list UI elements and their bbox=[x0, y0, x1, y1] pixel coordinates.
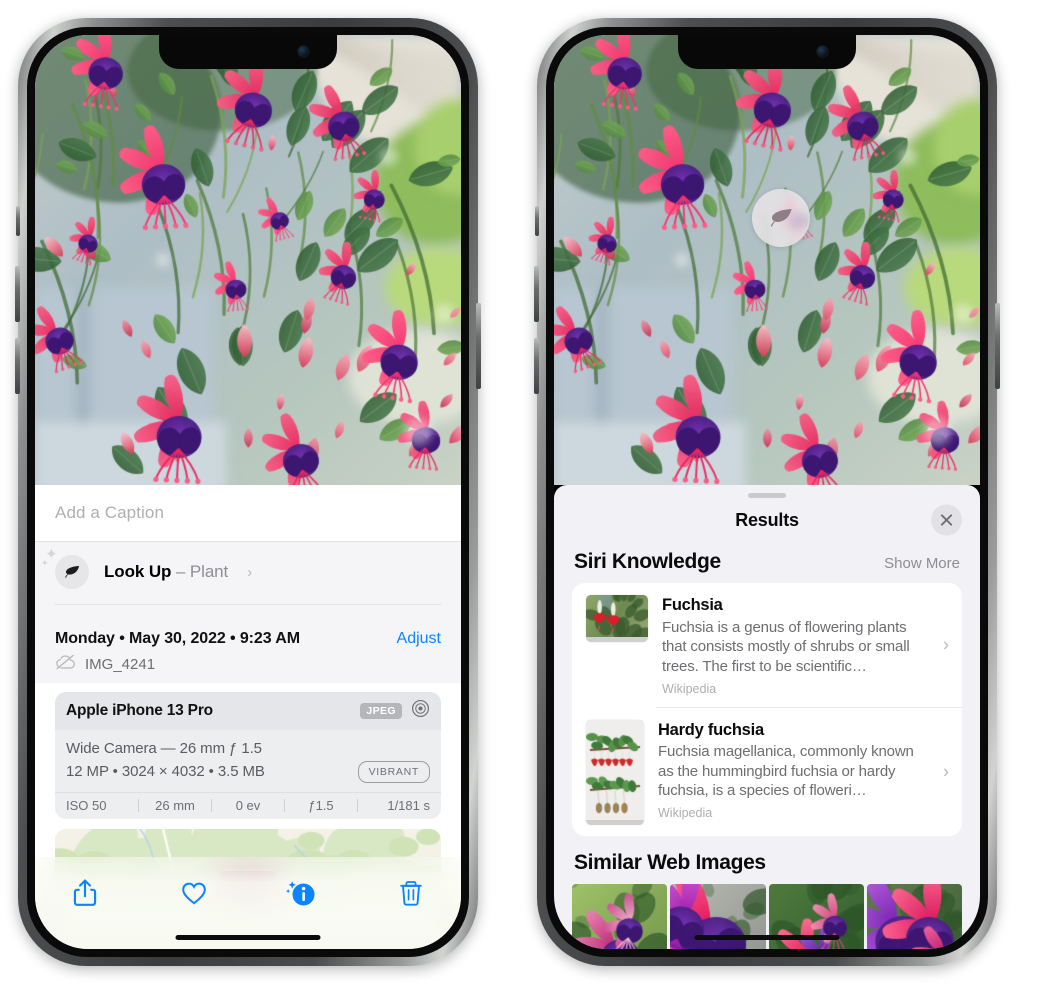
iphone-left: Add a Caption ✦ ✦ Look Up – Plant › Mond… bbox=[15, 18, 481, 966]
caption-field[interactable]: Add a Caption bbox=[35, 485, 461, 541]
knowledge-description: Fuchsia is a genus of flowering plants t… bbox=[662, 618, 910, 675]
knowledge-body: Fuchsia Fuchsia is a genus of flowering p… bbox=[662, 595, 948, 696]
format-badge: JPEG bbox=[360, 703, 402, 719]
photo-content bbox=[554, 35, 980, 485]
capture-date: Monday • May 30, 2022 • 9:23 AM bbox=[55, 630, 300, 647]
knowledge-source: Wikipedia bbox=[658, 806, 713, 821]
siri-knowledge-card: Fuchsia Fuchsia is a genus of flowering p… bbox=[572, 583, 962, 836]
exif-stat: 0 ev bbox=[235, 797, 261, 813]
chevron-right-icon: › bbox=[943, 634, 949, 655]
knowledge-row[interactable]: Fuchsia Fuchsia is a genus of flowering p… bbox=[572, 583, 962, 707]
close-button[interactable] bbox=[931, 504, 962, 536]
exif-stat: ƒ1.5 bbox=[308, 797, 334, 813]
look-up-section: ✦ ✦ Look Up – Plant › bbox=[35, 542, 461, 620]
close-icon bbox=[940, 514, 953, 526]
knowledge-body: Hardy fuchsia Fuchsia magellanica, common… bbox=[658, 720, 948, 821]
chevron-right-icon: › bbox=[247, 563, 253, 581]
file-name: IMG_4241 bbox=[85, 656, 156, 673]
photo-content bbox=[35, 35, 461, 485]
volume-down-button[interactable] bbox=[15, 338, 20, 394]
volume-up-button[interactable] bbox=[15, 266, 20, 322]
similar-image[interactable] bbox=[572, 883, 668, 949]
screen-left: Add a Caption ✦ ✦ Look Up – Plant › Mond… bbox=[35, 35, 461, 949]
knowledge-row[interactable]: Hardy fuchsia Fuchsia magellanica, common… bbox=[572, 708, 962, 836]
notch bbox=[159, 35, 337, 69]
photo-viewer[interactable] bbox=[554, 35, 980, 485]
exif-header: Apple iPhone 13 Pro JPEG bbox=[55, 692, 441, 730]
knowledge-description: Fuchsia magellanica, commonly known as t… bbox=[658, 743, 914, 800]
icloud-slash-icon bbox=[55, 654, 76, 675]
exif-card: Apple iPhone 13 Pro JPEG Wide Camera — 2… bbox=[55, 692, 441, 819]
exif-stat: 26 mm bbox=[155, 797, 195, 813]
divider bbox=[55, 604, 441, 605]
knowledge-source: Wikipedia bbox=[662, 681, 717, 696]
results-sheet: Results Siri Knowledge Show More Fuchsia… bbox=[554, 485, 980, 949]
front-camera-icon bbox=[298, 46, 309, 57]
sparkle-small-icon: ✦ bbox=[41, 558, 49, 568]
leaf-icon bbox=[55, 555, 89, 589]
screen-right: Results Siri Knowledge Show More Fuchsia… bbox=[554, 35, 980, 949]
device-bezel: Add a Caption ✦ ✦ Look Up – Plant › Mond… bbox=[27, 27, 469, 957]
exif-stat: ISO 50 bbox=[66, 797, 107, 813]
look-up-dash: – bbox=[171, 562, 190, 581]
volume-down-button[interactable] bbox=[534, 338, 539, 394]
adjust-button[interactable]: Adjust bbox=[397, 630, 441, 648]
home-indicator[interactable] bbox=[175, 935, 321, 940]
lens-info: Wide Camera — 26 mm ƒ 1.5 bbox=[66, 740, 262, 757]
show-more-button[interactable]: Show More bbox=[884, 555, 960, 572]
siri-knowledge-header: Siri Knowledge Show More bbox=[554, 542, 980, 583]
leaf-icon bbox=[752, 189, 810, 247]
look-up-row[interactable]: ✦ ✦ Look Up – Plant › bbox=[41, 547, 441, 589]
mute-switch[interactable] bbox=[535, 206, 539, 236]
exif-stat: 1/181 s bbox=[387, 797, 430, 813]
mute-switch[interactable] bbox=[16, 206, 20, 236]
power-button[interactable] bbox=[476, 303, 481, 389]
power-button[interactable] bbox=[995, 303, 1000, 389]
iphone-right: Results Siri Knowledge Show More Fuchsia… bbox=[534, 18, 1000, 966]
look-up-title: Look Up bbox=[104, 562, 172, 581]
photo-toolbar bbox=[35, 857, 461, 949]
screenshot-root: Add a Caption ✦ ✦ Look Up – Plant › Mond… bbox=[0, 0, 1055, 985]
aperture-icon bbox=[411, 699, 430, 723]
results-header: Results bbox=[554, 498, 980, 542]
similar-image[interactable] bbox=[866, 883, 962, 949]
results-title: Results bbox=[735, 509, 799, 530]
caption-placeholder: Add a Caption bbox=[55, 503, 165, 522]
visual-lookup-marker[interactable] bbox=[752, 189, 810, 247]
knowledge-thumbnail bbox=[586, 719, 644, 825]
delete-button[interactable] bbox=[389, 871, 433, 915]
favorite-button[interactable] bbox=[172, 871, 216, 915]
notch bbox=[678, 35, 856, 69]
metadata-section: Monday • May 30, 2022 • 9:23 AM Adjust I… bbox=[35, 620, 461, 683]
device-bezel: Results Siri Knowledge Show More Fuchsia… bbox=[546, 27, 988, 957]
camera-model: Apple iPhone 13 Pro bbox=[66, 702, 213, 719]
photographic-style-badge: VIBRANT bbox=[357, 760, 430, 783]
knowledge-thumbnail bbox=[586, 595, 648, 642]
look-up-label: Look Up – Plant bbox=[104, 562, 228, 582]
photo-viewer[interactable] bbox=[35, 35, 461, 485]
share-button[interactable] bbox=[63, 871, 107, 915]
home-indicator[interactable] bbox=[694, 935, 840, 940]
knowledge-title: Hardy fuchsia bbox=[658, 720, 764, 739]
front-camera-icon bbox=[817, 46, 828, 57]
look-up-subject: Plant bbox=[189, 562, 229, 581]
info-button[interactable] bbox=[280, 871, 324, 915]
chevron-right-icon: › bbox=[943, 761, 949, 782]
exif-stats-row: ISO 50 26 mm 0 ev ƒ1.5 1/181 s bbox=[55, 791, 441, 819]
similar-web-images-title: Similar Web Images bbox=[574, 850, 766, 874]
resolution-info: 12 MP • 3024 × 4032 • 3.5 MB bbox=[66, 763, 265, 781]
knowledge-title: Fuchsia bbox=[662, 596, 723, 614]
siri-knowledge-title: Siri Knowledge bbox=[574, 550, 721, 573]
volume-up-button[interactable] bbox=[534, 266, 539, 322]
